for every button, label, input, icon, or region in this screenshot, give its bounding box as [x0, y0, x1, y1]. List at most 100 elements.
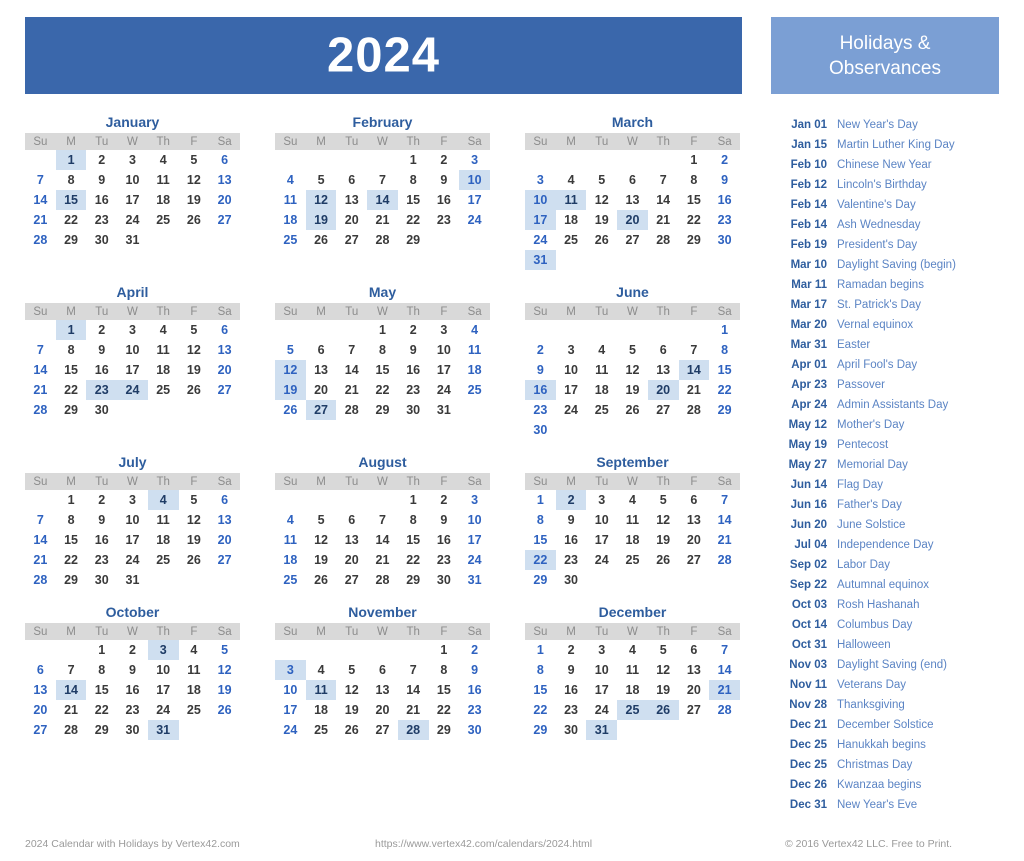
day-cell[interactable]: 17 — [148, 680, 179, 700]
day-cell[interactable]: 27 — [336, 230, 367, 250]
day-cell[interactable]: 19 — [336, 700, 367, 720]
day-cell[interactable]: 2 — [429, 490, 460, 510]
day-cell[interactable]: 22 — [56, 210, 87, 230]
day-cell[interactable]: 3 — [117, 320, 148, 340]
day-cell[interactable]: 20 — [306, 380, 337, 400]
day-cell[interactable]: 28 — [397, 720, 429, 740]
day-cell[interactable]: 28 — [709, 700, 740, 720]
day-cell[interactable]: 18 — [179, 680, 210, 700]
day-cell[interactable]: 25 — [148, 550, 179, 570]
day-cell[interactable]: 14 — [25, 530, 56, 550]
day-cell[interactable]: 2 — [86, 150, 117, 170]
day-cell[interactable]: 23 — [429, 210, 460, 230]
day-cell[interactable]: 22 — [56, 550, 87, 570]
day-cell[interactable]: 12 — [336, 680, 367, 700]
day-cell[interactable]: 22 — [398, 210, 429, 230]
day-cell[interactable]: 11 — [555, 190, 587, 210]
day-cell[interactable]: 17 — [586, 680, 617, 700]
day-cell[interactable]: 1 — [367, 320, 398, 340]
day-cell[interactable]: 24 — [586, 550, 617, 570]
day-cell[interactable]: 5 — [275, 340, 306, 360]
day-cell[interactable]: 9 — [556, 660, 587, 680]
day-cell[interactable]: 18 — [275, 550, 306, 570]
day-cell[interactable]: 24 — [429, 380, 460, 400]
day-cell[interactable]: 21 — [25, 550, 56, 570]
day-cell[interactable]: 7 — [367, 510, 398, 530]
day-cell[interactable]: 7 — [709, 640, 740, 660]
day-cell[interactable]: 31 — [117, 230, 148, 250]
day-cell[interactable]: 22 — [525, 550, 556, 570]
day-cell[interactable]: 13 — [648, 360, 679, 380]
day-cell[interactable]: 22 — [679, 210, 710, 230]
day-cell[interactable]: 30 — [86, 230, 117, 250]
day-cell[interactable]: 30 — [556, 570, 587, 590]
day-cell[interactable]: 9 — [398, 340, 429, 360]
day-cell[interactable]: 31 — [459, 570, 490, 590]
day-cell[interactable]: 26 — [648, 550, 679, 570]
day-cell[interactable]: 16 — [709, 190, 740, 210]
day-cell[interactable]: 5 — [179, 320, 210, 340]
day-cell[interactable]: 3 — [556, 340, 587, 360]
day-cell[interactable]: 25 — [148, 210, 179, 230]
day-cell[interactable]: 26 — [586, 230, 617, 250]
day-cell[interactable]: 9 — [86, 510, 117, 530]
day-cell[interactable]: 25 — [275, 230, 306, 250]
day-cell[interactable]: 15 — [56, 530, 87, 550]
day-cell[interactable]: 30 — [117, 720, 148, 740]
day-cell[interactable]: 17 — [586, 530, 617, 550]
day-cell[interactable]: 14 — [367, 530, 398, 550]
day-cell[interactable]: 2 — [86, 490, 117, 510]
day-cell[interactable]: 11 — [148, 170, 179, 190]
day-cell[interactable]: 5 — [306, 510, 337, 530]
day-cell[interactable]: 24 — [117, 210, 148, 230]
day-cell[interactable]: 2 — [525, 340, 556, 360]
footer-url[interactable]: https://www.vertex42.com/calendars/2024.… — [375, 837, 592, 851]
day-cell[interactable]: 4 — [459, 320, 490, 340]
day-cell[interactable]: 16 — [556, 680, 587, 700]
day-cell[interactable]: 9 — [429, 170, 460, 190]
day-cell[interactable]: 20 — [367, 700, 398, 720]
day-cell[interactable]: 18 — [148, 360, 179, 380]
day-cell[interactable]: 7 — [336, 340, 367, 360]
day-cell[interactable]: 30 — [459, 720, 490, 740]
day-cell[interactable]: 7 — [25, 340, 56, 360]
day-cell[interactable]: 30 — [525, 420, 556, 440]
day-cell[interactable]: 30 — [709, 230, 740, 250]
day-cell[interactable]: 12 — [586, 190, 617, 210]
day-cell[interactable]: 3 — [586, 640, 617, 660]
day-cell[interactable]: 4 — [617, 640, 648, 660]
day-cell[interactable]: 31 — [525, 250, 556, 270]
day-cell[interactable]: 14 — [678, 360, 710, 380]
day-cell[interactable]: 14 — [709, 660, 740, 680]
day-cell[interactable]: 10 — [556, 360, 587, 380]
day-cell[interactable]: 25 — [617, 550, 648, 570]
day-cell[interactable]: 29 — [398, 230, 429, 250]
day-cell[interactable]: 28 — [25, 230, 56, 250]
day-cell[interactable]: 10 — [525, 190, 556, 210]
day-cell[interactable]: 13 — [306, 360, 337, 380]
day-cell[interactable]: 15 — [709, 360, 740, 380]
day-cell[interactable]: 26 — [306, 570, 337, 590]
day-cell[interactable]: 28 — [367, 570, 398, 590]
day-cell[interactable]: 11 — [617, 510, 648, 530]
day-cell[interactable]: 18 — [148, 530, 179, 550]
day-cell[interactable]: 28 — [679, 400, 710, 420]
day-cell[interactable]: 4 — [617, 490, 648, 510]
day-cell[interactable]: 11 — [586, 360, 617, 380]
day-cell[interactable]: 11 — [459, 340, 490, 360]
day-cell[interactable]: 10 — [586, 660, 617, 680]
day-cell[interactable]: 15 — [55, 190, 87, 210]
day-cell[interactable]: 21 — [709, 530, 740, 550]
day-cell[interactable]: 3 — [429, 320, 460, 340]
day-cell[interactable]: 4 — [148, 150, 179, 170]
day-cell[interactable]: 19 — [209, 680, 240, 700]
day-cell[interactable]: 2 — [556, 640, 587, 660]
day-cell[interactable]: 26 — [179, 380, 210, 400]
day-cell[interactable]: 9 — [86, 340, 117, 360]
day-cell[interactable]: 21 — [25, 210, 56, 230]
day-cell[interactable]: 14 — [398, 680, 429, 700]
day-cell[interactable]: 27 — [305, 400, 337, 420]
day-cell[interactable]: 7 — [709, 490, 740, 510]
day-cell[interactable]: 19 — [305, 210, 337, 230]
day-cell[interactable]: 29 — [679, 230, 710, 250]
